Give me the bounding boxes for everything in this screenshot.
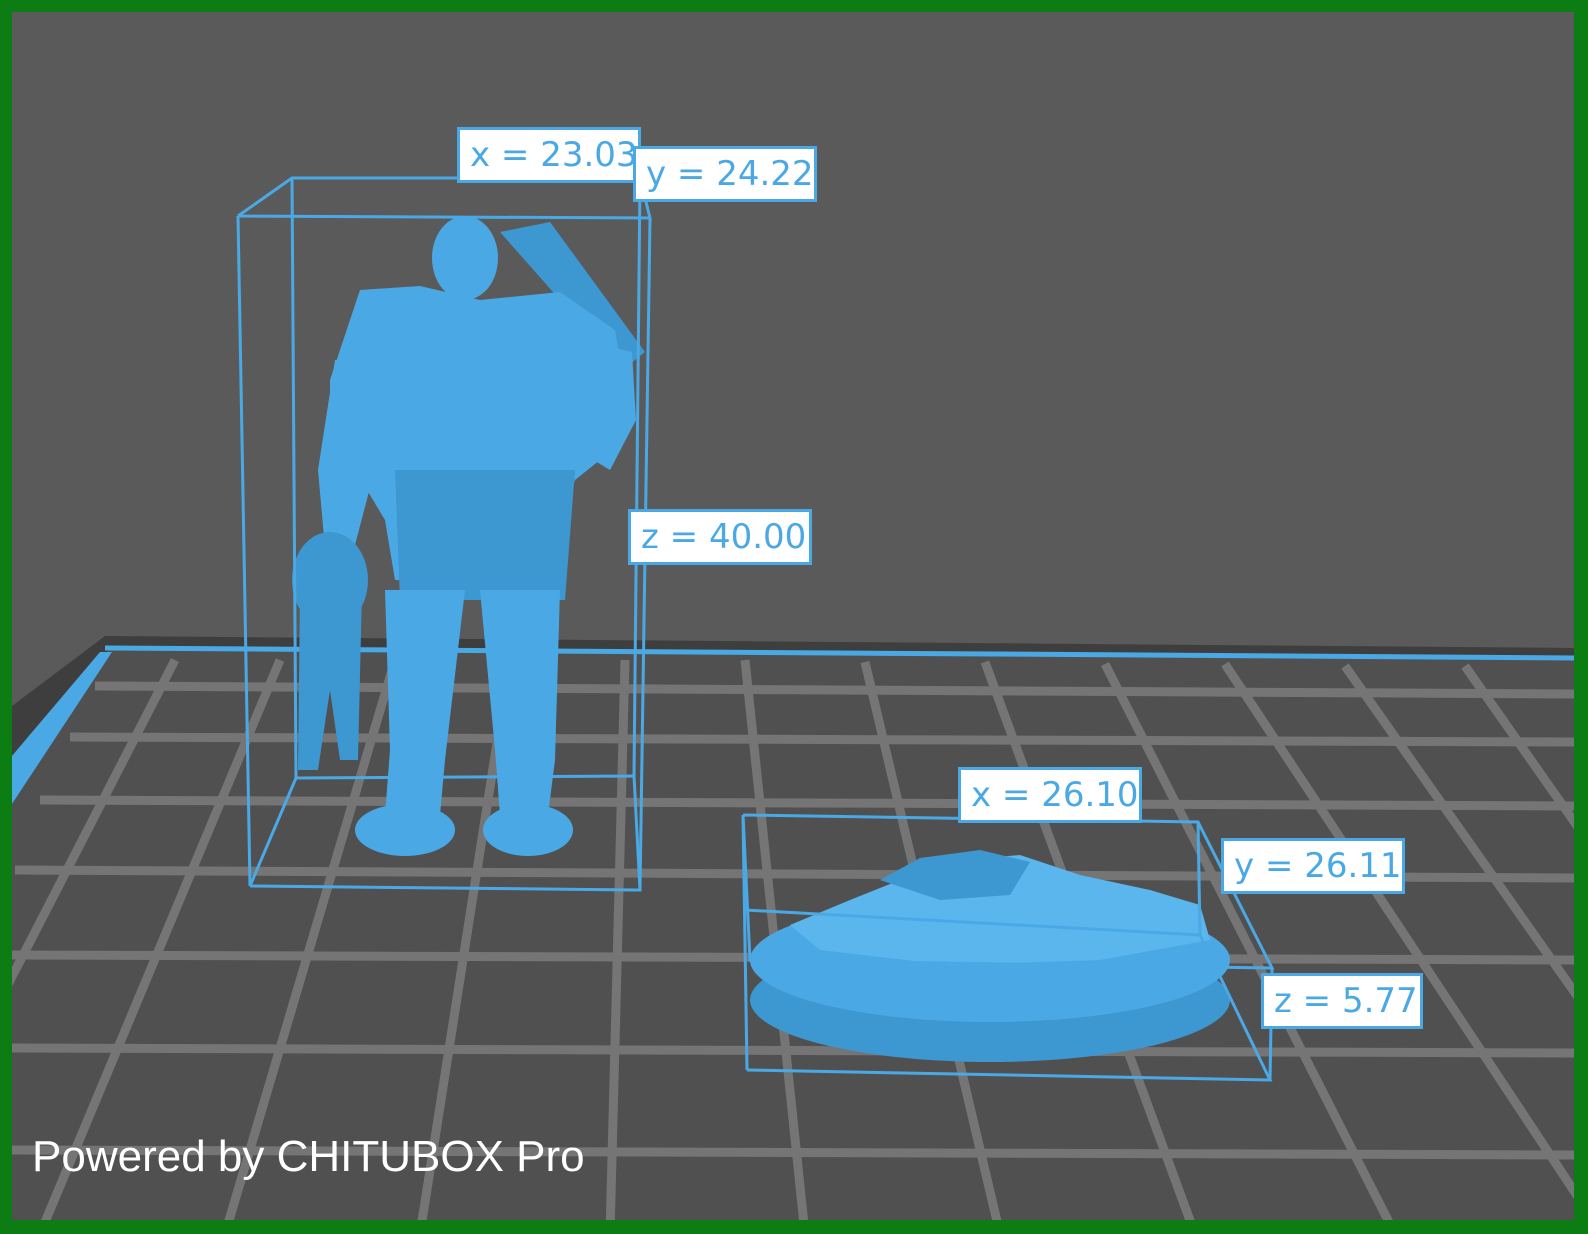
3d-viewport[interactable]: x = 23.03 y = 24.22 z = 40.00 x = 26.10 …	[12, 12, 1574, 1220]
bbox-edge	[237, 176, 652, 220]
powered-by-watermark: Powered by CHITUBOX Pro	[32, 1132, 585, 1181]
base-z-dimension-label: z = 5.77	[1261, 973, 1423, 1029]
grid-line	[12, 1043, 1574, 1058]
base-y-dimension-label: y = 26.11	[1221, 838, 1405, 894]
left-foot	[355, 804, 455, 856]
skirt	[395, 470, 575, 600]
warrior-y-dimension-label: y = 24.22	[633, 146, 817, 202]
left-arm	[318, 360, 380, 548]
right-arm	[580, 340, 636, 470]
warrior-x-dimension-label: x = 23.03	[457, 127, 641, 183]
base-x-dimension-label: x = 26.10	[958, 767, 1142, 823]
head	[432, 216, 498, 300]
grid-line	[39, 795, 1574, 811]
warrior-z-dimension-label: z = 40.00	[628, 509, 812, 565]
right-foot	[483, 804, 573, 856]
bbox-edge	[1196, 821, 1202, 936]
